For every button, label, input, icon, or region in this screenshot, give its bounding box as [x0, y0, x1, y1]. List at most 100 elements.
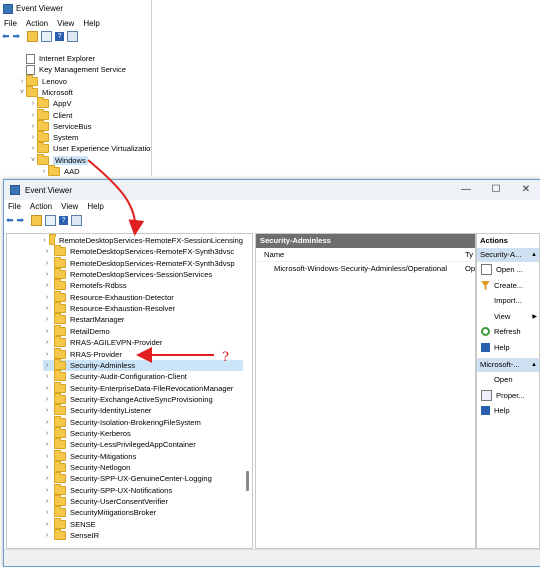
- back-arrow-icon[interactable]: ⬅: [6, 215, 14, 226]
- chevron-right-icon[interactable]: ›: [43, 339, 51, 346]
- chevron-right-icon[interactable]: ›: [43, 305, 51, 312]
- chevron-right-icon[interactable]: ›: [29, 112, 37, 119]
- chevron-right-icon[interactable]: ›: [43, 453, 51, 460]
- tree-item[interactable]: › SecurityMitigationsBroker: [43, 506, 243, 518]
- action-item[interactable]: Help: [477, 403, 539, 419]
- action-item[interactable]: Create...: [477, 278, 539, 294]
- up-folder-icon[interactable]: [31, 214, 43, 226]
- action-item[interactable]: Open ...: [477, 262, 539, 278]
- tree-item[interactable]: › Resource-Exhaustion-Resolver: [43, 302, 243, 314]
- chevron-right-icon[interactable]: ›: [43, 260, 51, 267]
- chevron-right-icon[interactable]: ›: [43, 419, 51, 426]
- action-item[interactable]: Refresh: [477, 324, 539, 340]
- menu-help[interactable]: Help: [83, 19, 99, 28]
- close-button[interactable]: ✕: [511, 180, 540, 200]
- collapse-up-icon[interactable]: ▲: [531, 358, 537, 372]
- chevron-right-icon[interactable]: ›: [43, 396, 51, 403]
- chevron-right-icon[interactable]: ›: [18, 78, 26, 85]
- back-tree-item[interactable]: Internet Explorer: [18, 53, 95, 64]
- action-item[interactable]: Help: [477, 340, 539, 356]
- tree-item[interactable]: › Security-ExchangeActiveSyncProvisioning: [43, 392, 243, 405]
- column-type[interactable]: Ty: [465, 248, 473, 261]
- column-name[interactable]: Name: [264, 248, 284, 261]
- chevron-down-icon[interactable]: ˅: [29, 157, 37, 164]
- chevron-right-icon[interactable]: ›: [43, 282, 51, 289]
- action-item[interactable]: View ▶: [477, 309, 539, 325]
- chevron-right-icon[interactable]: ›: [29, 145, 37, 152]
- up-folder-icon[interactable]: [27, 30, 39, 42]
- back-tree-item[interactable]: ˅ Windows: [29, 153, 88, 166]
- chevron-right-icon[interactable]: ›: [43, 475, 51, 482]
- show-hide-tree-icon[interactable]: [45, 214, 57, 226]
- chevron-right-icon[interactable]: ›: [43, 351, 51, 358]
- tree-item[interactable]: › RemoteDesktopServices-SessionServices: [43, 268, 243, 280]
- tree-item[interactable]: › Resource-Exhaustion-Detector: [43, 290, 243, 303]
- tree-item[interactable]: › Security-SPP-UX-GenuineCenter-Logging: [43, 472, 243, 484]
- collapse-up-icon[interactable]: ▲: [531, 248, 537, 262]
- menu-action[interactable]: Action: [30, 202, 52, 211]
- tree-scrollbar-thumb[interactable]: [246, 471, 249, 491]
- tree-item[interactable]: › Security-Audit-Configuration-Client: [43, 370, 243, 382]
- back-tree-item[interactable]: › AppV: [29, 97, 72, 109]
- action-item[interactable]: Import...: [477, 293, 539, 309]
- tree-item[interactable]: › Security-Kerberos: [43, 426, 243, 439]
- tree-item[interactable]: › Security-UserConsentVerifier: [43, 495, 243, 507]
- properties-toolbar-icon[interactable]: [67, 30, 79, 42]
- tree-item[interactable]: › Security-LessPrivilegedAppContainer: [43, 438, 243, 450]
- chevron-right-icon[interactable]: ›: [43, 407, 51, 414]
- chevron-right-icon[interactable]: ›: [43, 362, 51, 369]
- back-tree-item[interactable]: Key Management Service: [18, 64, 126, 75]
- tree-item[interactable]: › Remotefs-Rdbss: [43, 279, 243, 291]
- chevron-right-icon[interactable]: ›: [43, 385, 51, 392]
- chevron-right-icon[interactable]: ›: [43, 532, 51, 539]
- chevron-right-icon[interactable]: ›: [43, 294, 51, 301]
- tree-item[interactable]: › Security-Adminless: [43, 358, 243, 371]
- forward-arrow-icon[interactable]: ➡: [13, 31, 21, 42]
- back-tree-item[interactable]: › User Experience Virtualization: [29, 142, 151, 154]
- actions-section-folder[interactable]: Microsoft-... ▲: [477, 358, 539, 372]
- tree-item[interactable]: › Security-Isolation-BrokeringFileSystem: [43, 415, 243, 428]
- tree-item[interactable]: › SENSE: [43, 517, 243, 530]
- chevron-right-icon[interactable]: ›: [43, 248, 51, 255]
- tree-item[interactable]: › RestartManager: [43, 313, 243, 325]
- menu-action[interactable]: Action: [26, 19, 48, 28]
- chevron-right-icon[interactable]: ›: [43, 487, 51, 494]
- actions-section-log[interactable]: Security-A... ▲: [477, 248, 539, 262]
- tree-item[interactable]: › Security-IdentityListener: [43, 404, 243, 416]
- chevron-right-icon[interactable]: ›: [43, 237, 46, 244]
- menu-view[interactable]: View: [57, 19, 74, 28]
- action-item[interactable]: Proper...: [477, 388, 539, 404]
- chevron-right-icon[interactable]: ›: [29, 134, 37, 141]
- tree-item[interactable]: › RemoteDesktopServices-RemoteFX-SessionL…: [43, 234, 243, 246]
- tree-item[interactable]: › Security-EnterpriseData-FileRevocationM…: [43, 381, 243, 394]
- forward-arrow-icon[interactable]: ➡: [17, 215, 25, 226]
- chevron-right-icon[interactable]: ›: [43, 373, 51, 380]
- menu-view[interactable]: View: [61, 202, 78, 211]
- chevron-right-icon[interactable]: ›: [29, 123, 37, 130]
- chevron-right-icon[interactable]: ›: [43, 509, 51, 516]
- tree-item[interactable]: › RRAS-AGILEVPN-Provider: [43, 336, 243, 348]
- chevron-right-icon[interactable]: ›: [40, 168, 48, 175]
- chevron-down-icon[interactable]: ˅: [18, 89, 26, 96]
- tree-item[interactable]: › RemoteDesktopServices-RemoteFX-Synth3dv…: [43, 245, 243, 257]
- chevron-right-icon[interactable]: ›: [43, 271, 51, 278]
- back-tree-item[interactable]: › AAD: [40, 165, 80, 176]
- action-item[interactable]: Open: [477, 372, 539, 388]
- chevron-right-icon[interactable]: ›: [43, 498, 51, 505]
- tree-item[interactable]: › RetailDemo: [43, 324, 243, 337]
- tree-item[interactable]: › SenseIR: [43, 529, 243, 541]
- log-row[interactable]: Microsoft-Windows-Security-Adminless/Ope…: [256, 262, 475, 275]
- minimize-button[interactable]: —: [451, 180, 481, 200]
- chevron-right-icon[interactable]: ›: [43, 441, 51, 448]
- tree-item[interactable]: › Security-Netlogon: [43, 461, 243, 473]
- chevron-right-icon[interactable]: ›: [43, 521, 51, 528]
- back-tree-item[interactable]: › Client: [29, 108, 72, 121]
- tree-item[interactable]: › RemoteDesktopServices-RemoteFX-Synth3dv…: [43, 256, 243, 269]
- menu-file[interactable]: File: [8, 202, 21, 211]
- tree-item[interactable]: › RRAS-Provider: [43, 347, 243, 360]
- chevron-right-icon[interactable]: ›: [43, 464, 51, 471]
- tree-item[interactable]: › Security-Mitigations: [43, 449, 243, 462]
- chevron-right-icon[interactable]: ›: [43, 316, 51, 323]
- maximize-button[interactable]: ☐: [481, 180, 511, 200]
- tree-item[interactable]: › Security-SPP-UX-Notifications: [43, 483, 243, 496]
